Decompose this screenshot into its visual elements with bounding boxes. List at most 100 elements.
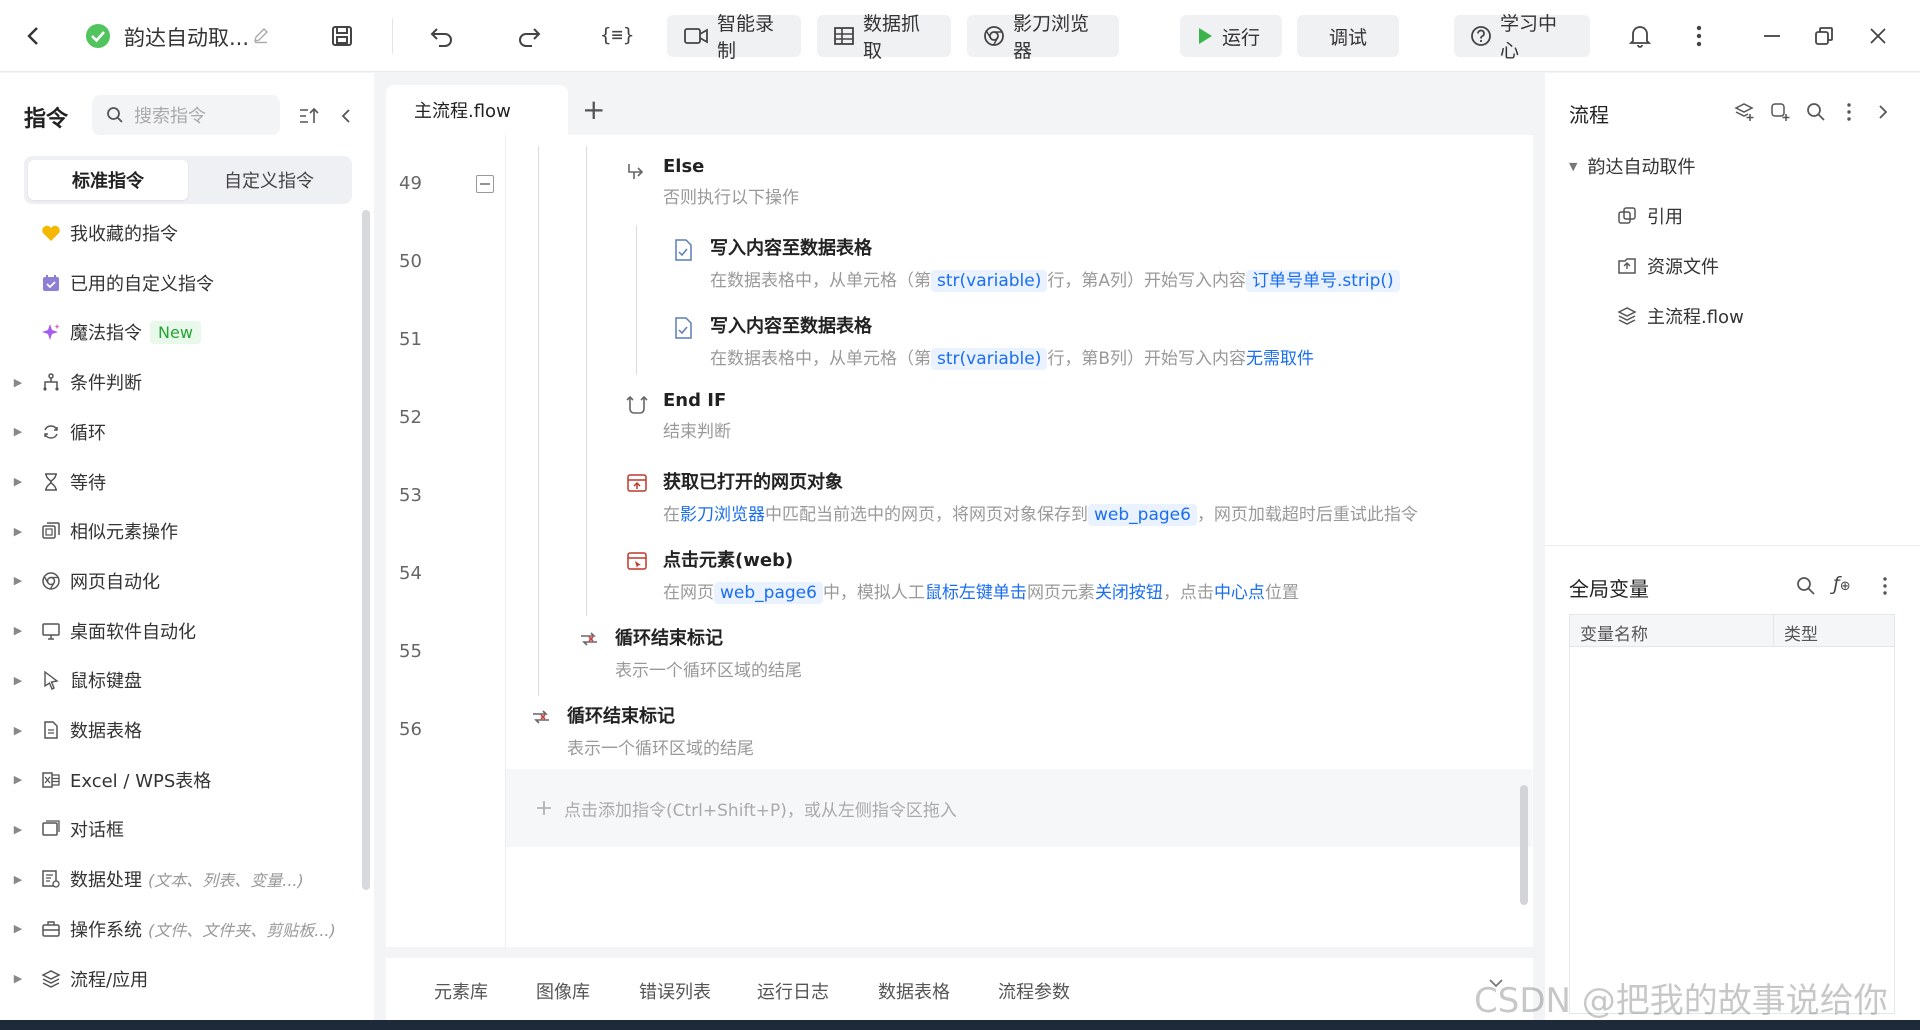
more-vertical-icon[interactable] xyxy=(1875,573,1895,599)
add-flow-icon[interactable] xyxy=(1731,99,1757,125)
line-number: 56 xyxy=(399,719,422,740)
branch-icon xyxy=(36,372,66,392)
fold-collapse-icon[interactable] xyxy=(476,175,494,193)
right-panel: 流程 ▼ 韵达自动取件 引用 资源文件 主流程.flow 全局变量 ƒ⊕ 变量名… xyxy=(1545,73,1920,1020)
command-category[interactable]: ▶ 条件判断 xyxy=(0,362,360,402)
collapse-panel-icon[interactable] xyxy=(334,103,358,129)
tab-standard-commands[interactable]: 标准指令 xyxy=(28,160,188,200)
tab-custom-commands[interactable]: 自定义指令 xyxy=(190,160,348,200)
command-category[interactable]: ▶ Excel / WPS表格 xyxy=(0,760,360,800)
more-vertical-icon[interactable] xyxy=(1839,99,1859,125)
add-module-icon[interactable] xyxy=(1767,99,1793,125)
close-icon[interactable] xyxy=(1862,20,1894,52)
browser-button[interactable]: 影刀浏览器 xyxy=(967,13,1119,62)
debug-button[interactable]: 调试 xyxy=(1297,15,1399,57)
step-write-data-table-2[interactable]: 写入内容至数据表格 在数据表格中，从单元格（第 str(variable) 行，第B… xyxy=(673,312,1314,370)
bottom-tab[interactable]: 数据表格 xyxy=(878,978,950,1004)
add-tab-button[interactable]: + xyxy=(582,93,605,126)
more-vertical-icon[interactable] xyxy=(1683,20,1715,52)
step-write-data-table-1[interactable]: 写入内容至数据表格 在数据表格中，从单元格（第 str(variable) 行，第A… xyxy=(673,234,1400,292)
data-capture-button[interactable]: 数据抓取 xyxy=(817,13,951,62)
folder-icon xyxy=(1617,256,1637,276)
command-category[interactable]: ▶ 流程/应用 xyxy=(0,959,360,999)
dialog-icon xyxy=(36,819,66,839)
caret-right-icon: ▶ xyxy=(13,723,23,737)
bell-icon[interactable] xyxy=(1624,20,1656,52)
line-number: 51 xyxy=(399,329,422,350)
step-click-element-web[interactable]: 点击元素(web) 在网页 web_page6 中，模拟人工鼠标左键单击网页元素关闭… xyxy=(626,546,1299,604)
learning-center-button[interactable]: 学习中心 xyxy=(1454,13,1590,62)
chevron-right-icon[interactable] xyxy=(1873,99,1893,125)
command-category[interactable]: 我收藏的指令 xyxy=(0,213,360,253)
bottom-tab[interactable]: 错误列表 xyxy=(639,978,711,1004)
layers-icon xyxy=(36,969,66,989)
command-category[interactable]: 已用的自定义指令 xyxy=(0,263,360,303)
add-command-row[interactable]: 点击添加指令(Ctrl+Shift+P)，或从左侧指令区拖入 xyxy=(506,769,1532,847)
table-header: 变量名称 类型 xyxy=(1570,615,1894,647)
command-search-input[interactable]: 搜索指令 xyxy=(92,95,280,135)
command-panel: 指令 搜索指令 标准指令 自定义指令 我收藏的指令 已用的自定义指令 魔法指令 New… xyxy=(0,73,374,1030)
caret-right-icon: ▶ xyxy=(13,375,23,389)
step-loop-end-outer[interactable]: 循环结束标记 表示一个循环区域的结尾 xyxy=(530,702,754,759)
command-category-label: 我收藏的指令 xyxy=(70,224,178,245)
document-icon xyxy=(673,316,693,340)
search-icon[interactable] xyxy=(1793,573,1819,599)
bottom-tab[interactable]: 图像库 xyxy=(536,978,590,1004)
top-toolbar: 韵达自动取... {≡} 智能录制 数据抓取 影刀浏览器 运行 调试 学习中心 xyxy=(0,0,1920,72)
undo-icon[interactable] xyxy=(425,20,459,52)
caret-right-icon: ▶ xyxy=(13,972,23,985)
command-category[interactable]: 魔法指令 New xyxy=(0,312,360,352)
command-category[interactable]: ▶ 操作系统 (文件、文件夹、剪贴板...) xyxy=(0,909,360,949)
calendar-check-icon xyxy=(36,273,66,293)
command-category[interactable]: ▶ 数据表格 xyxy=(0,710,360,750)
layers-icon xyxy=(1617,306,1637,326)
tab-main-flow[interactable]: 主流程.flow xyxy=(386,85,568,135)
command-category[interactable]: ▶ 网页自动化 xyxy=(0,561,360,601)
step-loop-end-inner[interactable]: 循环结束标记 表示一个循环区域的结尾 xyxy=(578,624,802,681)
tree-item-reference[interactable]: 引用 xyxy=(1617,203,1683,229)
sort-icon[interactable] xyxy=(296,103,322,129)
caret-right-icon: ▶ xyxy=(13,574,23,588)
editor-scrollbar[interactable] xyxy=(1520,785,1528,905)
os-icon xyxy=(36,919,66,939)
caret-right-icon: ▶ xyxy=(13,673,23,687)
command-category[interactable]: ▶ 相似元素操作 xyxy=(0,511,360,551)
command-category[interactable]: ▶ 桌面软件自动化 xyxy=(0,611,360,651)
command-category[interactable]: ▶ 等待 xyxy=(0,462,360,502)
function-add-icon[interactable]: ƒ⊕ xyxy=(1833,573,1851,595)
bottom-tab[interactable]: 元素库 xyxy=(434,978,488,1004)
command-category[interactable]: ▶ 鼠标键盘 xyxy=(0,660,360,700)
step-end-if[interactable]: End IF 结束判断 xyxy=(626,390,731,442)
caret-right-icon: ▶ xyxy=(13,922,23,936)
global-variables-table: 变量名称 类型 xyxy=(1569,614,1895,1014)
caret-right-icon: ▶ xyxy=(13,822,23,836)
command-category[interactable]: ▶ 循环 xyxy=(0,412,360,452)
save-icon[interactable] xyxy=(326,20,358,52)
smart-record-button[interactable]: 智能录制 xyxy=(667,13,801,62)
step-else[interactable]: Else 否则执行以下操作 xyxy=(626,156,799,208)
cursor-icon xyxy=(36,670,66,691)
bottom-tab[interactable]: 流程参数 xyxy=(998,978,1070,1004)
bottom-tab[interactable]: 运行日志 xyxy=(757,978,829,1004)
redo-icon[interactable] xyxy=(512,20,546,52)
document-icon xyxy=(673,238,693,262)
command-category[interactable]: ▶ 对话框 xyxy=(0,809,360,849)
edit-pencil-icon[interactable] xyxy=(250,24,272,46)
command-category[interactable]: ▶ 数据处理 (文本、列表、变量...) xyxy=(0,859,360,899)
line-number: 52 xyxy=(399,407,422,428)
run-button[interactable]: 运行 xyxy=(1180,15,1282,57)
variables-icon[interactable]: {≡} xyxy=(600,24,634,46)
tree-root-project[interactable]: ▼ 韵达自动取件 xyxy=(1569,153,1695,179)
caret-right-icon: ▶ xyxy=(13,425,23,439)
restore-icon[interactable] xyxy=(1808,20,1840,52)
minimize-icon[interactable] xyxy=(1756,20,1788,52)
command-category-label: 已用的自定义指令 xyxy=(70,273,214,295)
tree-item-resources[interactable]: 资源文件 xyxy=(1617,253,1719,279)
search-icon[interactable] xyxy=(1803,99,1829,125)
command-category-label: 条件判断 xyxy=(70,373,142,395)
play-icon xyxy=(1196,26,1214,46)
back-icon[interactable] xyxy=(18,20,48,52)
step-get-open-webpage[interactable]: 获取已打开的网页对象 在影刀浏览器中匹配当前选中的网页，将网页对象保存到 web_… xyxy=(626,468,1418,526)
tree-item-main-flow[interactable]: 主流程.flow xyxy=(1617,303,1744,329)
left-scrollbar[interactable] xyxy=(362,210,370,890)
